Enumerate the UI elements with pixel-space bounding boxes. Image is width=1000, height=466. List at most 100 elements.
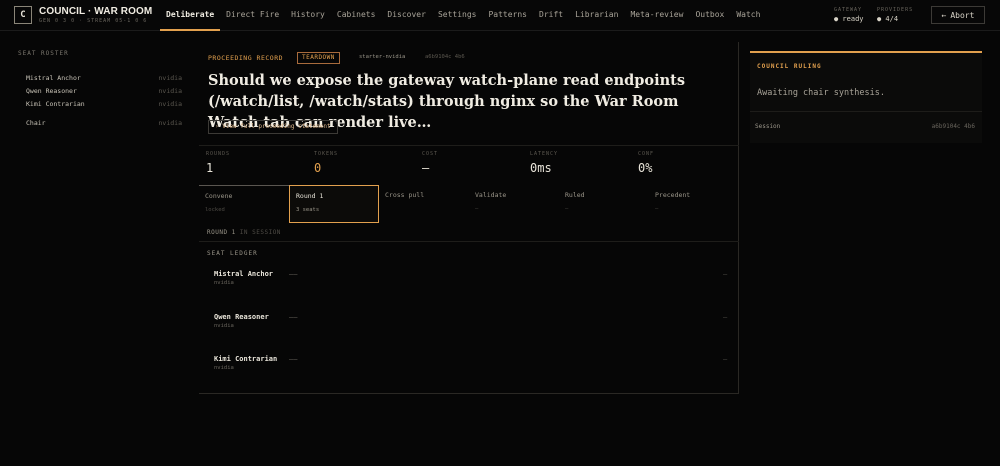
ledger-seat-provider: nvidia — [214, 323, 234, 329]
stage-tracker: Convene locked Round 1 3 seats Cross pul… — [199, 185, 739, 223]
metric-value: — — [422, 161, 430, 175]
metric-label: ROUNDS — [206, 151, 231, 157]
top-bar: C COUNCIL · WAR ROOM GEN 0 3 0 · STREAM … — [0, 0, 1000, 31]
tab-outbox[interactable]: Outbox — [689, 0, 730, 31]
sidebar-title: SEAT ROSTER — [18, 50, 69, 57]
seat-name: Chair — [26, 119, 46, 127]
app-logo: C — [14, 6, 32, 24]
session-value: a6b9104c 4b6 — [931, 123, 975, 130]
metric-tokens: TOKENS 0 — [307, 146, 415, 186]
metric-label: COST — [422, 151, 439, 157]
ruling-title: COUNCIL RULING — [757, 63, 822, 70]
view-full-statement-button[interactable]: › View full proceeding statement — [208, 120, 338, 134]
sidebar-item-qwen-reasoner[interactable]: Qwen Reasoner nvidia — [26, 87, 182, 95]
ledger-response: —— — [289, 355, 298, 363]
seat-name: Mistral Anchor — [26, 74, 81, 82]
table-row: Kimi Contrarian nvidia —— — — [199, 355, 739, 379]
stage-label: Precedent — [655, 191, 691, 199]
seat-provider: nvidia — [158, 119, 182, 127]
metric-rounds: ROUNDS 1 — [199, 146, 307, 186]
gateway-value: ● ready — [834, 15, 864, 23]
proceeding-panel: PROCEEDING RECORD TEARDOWN starter-nvidi… — [199, 42, 739, 394]
session-id-tag: a6b9104c 4b6 — [425, 54, 465, 60]
tab-watch[interactable]: Watch — [730, 0, 766, 31]
abort-label: Abort — [950, 10, 975, 20]
ledger-seat-name: Mistral Anchor — [214, 270, 274, 278]
stage-label: Round 1 — [296, 192, 324, 200]
metric-latency: LATENCY 0ms — [523, 146, 631, 186]
tab-meta-review[interactable]: Meta-review — [624, 0, 689, 31]
metric-value: 0ms — [530, 161, 552, 175]
ledger-score: — — [723, 270, 728, 278]
tab-patterns[interactable]: Patterns — [482, 0, 533, 31]
metric-label: CONF — [638, 151, 655, 157]
stage-ruled[interactable]: Ruled — — [559, 185, 649, 223]
logo-letter: C — [20, 10, 26, 20]
seat-name: Qwen Reasoner — [26, 87, 77, 95]
sidebar-item-kimi-contrarian[interactable]: Kimi Contrarian nvidia — [26, 100, 182, 108]
stage-status: 3 seats — [296, 207, 320, 213]
ledger-seat-name: Kimi Contrarian — [214, 355, 278, 363]
app-title: COUNCIL · WAR ROOM — [39, 6, 153, 17]
main-nav: Deliberate Direct Fire History Cabinets … — [160, 0, 766, 31]
session-key: Session — [755, 123, 781, 130]
ledger-seat-name: Qwen Reasoner — [214, 313, 269, 321]
ledger-response: —— — [289, 270, 298, 278]
seat-name: Kimi Contrarian — [26, 100, 85, 108]
stage-status: — — [655, 206, 659, 212]
proceeding-record-label: PROCEEDING RECORD — [208, 54, 284, 62]
ledger-seat-provider: nvidia — [214, 365, 234, 371]
providers-label: PROVIDERS — [877, 7, 914, 13]
stage-validate[interactable]: Validate — — [469, 185, 559, 223]
round-status: IN SESSION — [239, 229, 281, 236]
stage-status: locked — [205, 207, 225, 213]
table-row: Qwen Reasoner nvidia —— — — [199, 313, 739, 337]
metric-value: 0% — [638, 161, 653, 175]
tab-direct-fire[interactable]: Direct Fire — [220, 0, 285, 31]
stage-label: Cross pull — [385, 191, 425, 199]
gateway-status: GATEWAY ● ready — [834, 7, 864, 23]
stage-precedent[interactable]: Precedent — — [649, 185, 739, 223]
stage-convene[interactable]: Convene locked — [199, 185, 289, 223]
ledger-score: — — [723, 313, 728, 321]
ledger-seat-provider: nvidia — [214, 280, 234, 286]
tab-settings[interactable]: Settings — [432, 0, 483, 31]
stage-round-1[interactable]: Round 1 3 seats — [289, 185, 379, 223]
tab-discover[interactable]: Discover — [381, 0, 432, 31]
seat-ledger: SEAT LEDGER Mistral Anchor nvidia —— — Q… — [199, 241, 739, 394]
council-ruling-panel: COUNCIL RULING Awaiting chair synthesis.… — [750, 51, 982, 143]
tab-drift[interactable]: Drift — [533, 0, 569, 31]
teardown-badge: TEARDOWN — [297, 52, 340, 64]
gateway-label: GATEWAY — [834, 7, 863, 13]
stage-label: Convene — [205, 192, 233, 200]
metric-label: TOKENS — [314, 151, 339, 157]
stage-status: — — [475, 206, 479, 212]
sidebar-item-chair[interactable]: Chair nvidia — [26, 119, 182, 127]
tab-librarian[interactable]: Librarian — [569, 0, 624, 31]
ledger-title: SEAT LEDGER — [207, 250, 258, 257]
metrics-row: ROUNDS 1 TOKENS 0 COST — LATENCY 0ms CON… — [199, 146, 739, 186]
cabinet-tag: starter-nvidia — [359, 54, 406, 60]
tab-cabinets[interactable]: Cabinets — [331, 0, 382, 31]
sidebar-item-mistral-anchor[interactable]: Mistral Anchor nvidia — [26, 74, 182, 82]
stage-status: — — [565, 206, 569, 212]
tab-history[interactable]: History — [285, 0, 331, 31]
metric-value: 0 — [314, 161, 322, 175]
ledger-response: —— — [289, 313, 298, 321]
app-subtitle: GEN 0 3 0 · STREAM 05-1 0 6 — [39, 18, 148, 24]
metric-cost: COST — — [415, 146, 523, 186]
metric-confidence: CONF 0% — [631, 146, 739, 186]
providers-value: ● 4/4 — [877, 15, 899, 23]
stage-label: Ruled — [565, 191, 585, 199]
abort-button[interactable]: ← Abort — [931, 6, 985, 24]
ledger-score: — — [723, 355, 728, 363]
tab-deliberate[interactable]: Deliberate — [160, 0, 221, 31]
stage-cross-pull[interactable]: Cross pull — [379, 185, 469, 223]
divider — [750, 111, 982, 112]
arrow-left-icon: ← — [941, 10, 947, 20]
seat-provider: nvidia — [158, 100, 182, 108]
seat-provider: nvidia — [158, 74, 182, 82]
metric-value: 1 — [206, 161, 214, 175]
stage-label: Validate — [475, 191, 507, 199]
seat-provider: nvidia — [158, 87, 182, 95]
